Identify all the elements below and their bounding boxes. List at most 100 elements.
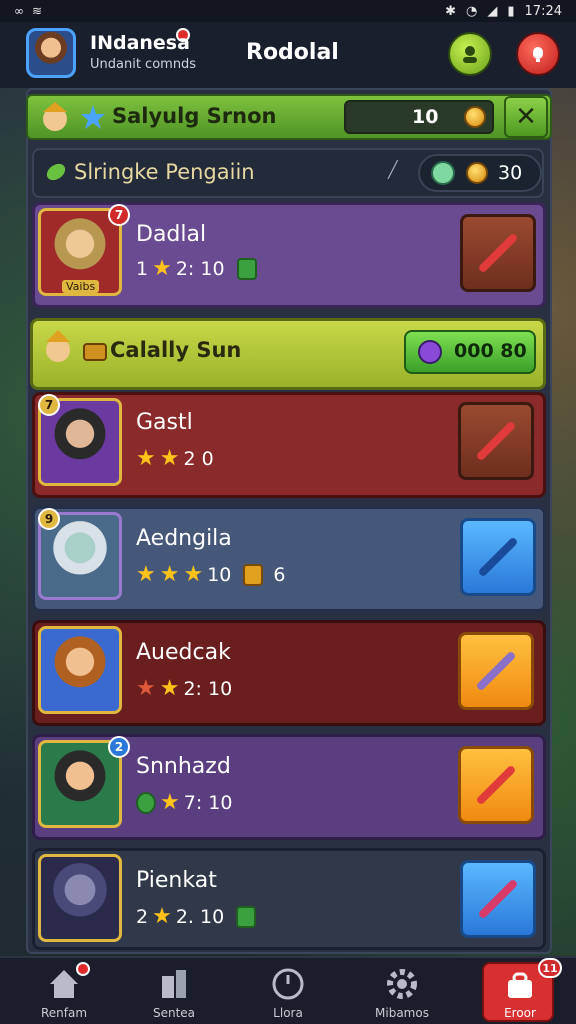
star-icon: ★: [136, 676, 156, 701]
alert-button[interactable]: [516, 32, 560, 76]
close-icon: ✕: [515, 102, 537, 132]
star-icon: ★: [160, 790, 180, 815]
upgrade-button[interactable]: [458, 632, 534, 710]
potion-icon: [431, 161, 455, 185]
sword-icon: [475, 420, 517, 462]
equip-button[interactable]: [460, 214, 536, 292]
stat-a: 2: [136, 905, 149, 928]
season-value: 10: [412, 106, 439, 128]
hero-name: Snnhazd: [136, 754, 231, 779]
bell-icon: [533, 47, 543, 62]
nav-label: Eroor: [504, 1006, 536, 1020]
event-title: Calally Sun: [110, 338, 242, 362]
battery-icon: ▮: [507, 3, 515, 19]
notification-dot: [76, 962, 90, 976]
notification-icon: ∞: [14, 4, 24, 18]
user-subtitle: Undanit comnds: [90, 57, 197, 72]
nav-timer[interactable]: Llora: [238, 958, 338, 1024]
shop-badge: 11: [538, 958, 562, 978]
star-icon: ★: [152, 256, 172, 281]
stat-a: 1: [136, 257, 149, 280]
chest-icon: [243, 563, 264, 586]
equip-button[interactable]: [458, 402, 534, 480]
star-icon: ★: [159, 562, 180, 587]
gem-bundle-icon: [418, 340, 442, 364]
hero-portrait: [38, 854, 122, 942]
hero-portrait: [38, 626, 122, 714]
app-header: INdanesa Undanit comnds Rodolal: [0, 22, 576, 88]
battle-button[interactable]: [460, 860, 536, 938]
stat-b: 7: 10: [183, 791, 233, 814]
star-icon: ★: [152, 904, 172, 929]
hero-icon: [46, 330, 70, 362]
stat-b: 10: [207, 563, 232, 586]
avatar[interactable]: [26, 28, 76, 78]
nav-shop[interactable]: Eroor 11: [482, 958, 562, 1022]
hero-stats: ★ ★ 2: 10: [136, 676, 232, 701]
nav-label: Renfam: [40, 1006, 88, 1020]
hero-name: Gastl: [136, 410, 193, 435]
signal-icon: ◢: [487, 3, 498, 19]
level-badge: 7: [108, 204, 130, 226]
level-badge: 2: [108, 736, 130, 758]
nav-settings[interactable]: Mibamos: [352, 958, 452, 1024]
star-icon: ★: [136, 446, 156, 471]
star-badge-icon: [81, 105, 105, 129]
hero-stats: 2 ★ 2. 10: [136, 904, 257, 929]
clock-time: 17:24: [524, 3, 562, 19]
stat-b: 2: 10: [183, 677, 233, 700]
gem-icon: [236, 257, 257, 280]
chest-icon: [83, 343, 107, 361]
coin-icon: [466, 162, 488, 184]
building-icon: [162, 970, 186, 998]
stat-b: 2. 10: [175, 905, 225, 928]
subheader-value: 30: [498, 162, 523, 184]
stat-b: 2 0: [183, 447, 214, 470]
hero-stats: ★ ★ ★ 10 6: [136, 562, 285, 587]
page-title: Rodolal: [246, 40, 339, 65]
hero-name: Auedcak: [136, 640, 231, 665]
shop-icon: [508, 972, 532, 998]
sync-icon: ≋: [32, 4, 43, 18]
status-icons-right: ✱ ◔ ◢ ▮ 17:24: [445, 4, 562, 19]
clover-icon: [136, 791, 156, 814]
event-value: 000 80: [454, 340, 527, 362]
status-icons-left: ∞ ≋: [14, 4, 42, 18]
sword-icon: [475, 764, 517, 806]
nav-buildings[interactable]: Sentea: [124, 958, 224, 1024]
level-badge: 9: [38, 508, 60, 530]
friends-button[interactable]: [448, 32, 492, 76]
hero-name: Pienkat: [136, 868, 217, 893]
crossed-swords-icon: [477, 878, 519, 920]
user-icon: [463, 46, 477, 63]
divider-icon: ╱: [388, 160, 398, 179]
leaf-icon: [46, 163, 66, 181]
hero-name: Dadlal: [136, 222, 207, 247]
star-icon: ★: [136, 562, 156, 587]
hero-stats: ★ 7: 10: [136, 790, 232, 815]
status-bar: ∞ ≋ ✱ ◔ ◢ ▮ 17:24: [0, 0, 576, 22]
clock-icon: [272, 968, 304, 1000]
hero-icon: [43, 102, 67, 131]
star-icon: ★: [159, 676, 180, 701]
bottom-nav: Renfam Sentea Llora Mibamos Eroor 11: [0, 956, 576, 1024]
nav-label: Sentea: [152, 1006, 196, 1020]
upgrade-button[interactable]: [458, 746, 534, 824]
nav-home[interactable]: Renfam: [14, 958, 114, 1024]
hero-stats: 1 ★ 2: 10: [136, 256, 257, 281]
user-name: INdanesa: [90, 32, 190, 54]
gear-icon: [387, 969, 417, 999]
battle-button[interactable]: [460, 518, 536, 596]
hero-name: Aedngila: [136, 526, 232, 551]
nav-label: Llora: [273, 1006, 303, 1020]
hero-stats: ★ ★ 2 0: [136, 446, 214, 471]
portrait-label: Vaibs: [62, 280, 100, 293]
nav-label: Mibamos: [375, 1006, 429, 1020]
sword-icon: [477, 232, 519, 274]
season-title: Salyulg Srnon: [112, 104, 277, 128]
level-badge: 7: [38, 394, 60, 416]
stat-c: 6: [273, 563, 286, 586]
bluetooth-icon: ✱: [445, 3, 457, 19]
crossed-swords-icon: [477, 536, 519, 578]
close-button[interactable]: ✕: [504, 96, 548, 138]
